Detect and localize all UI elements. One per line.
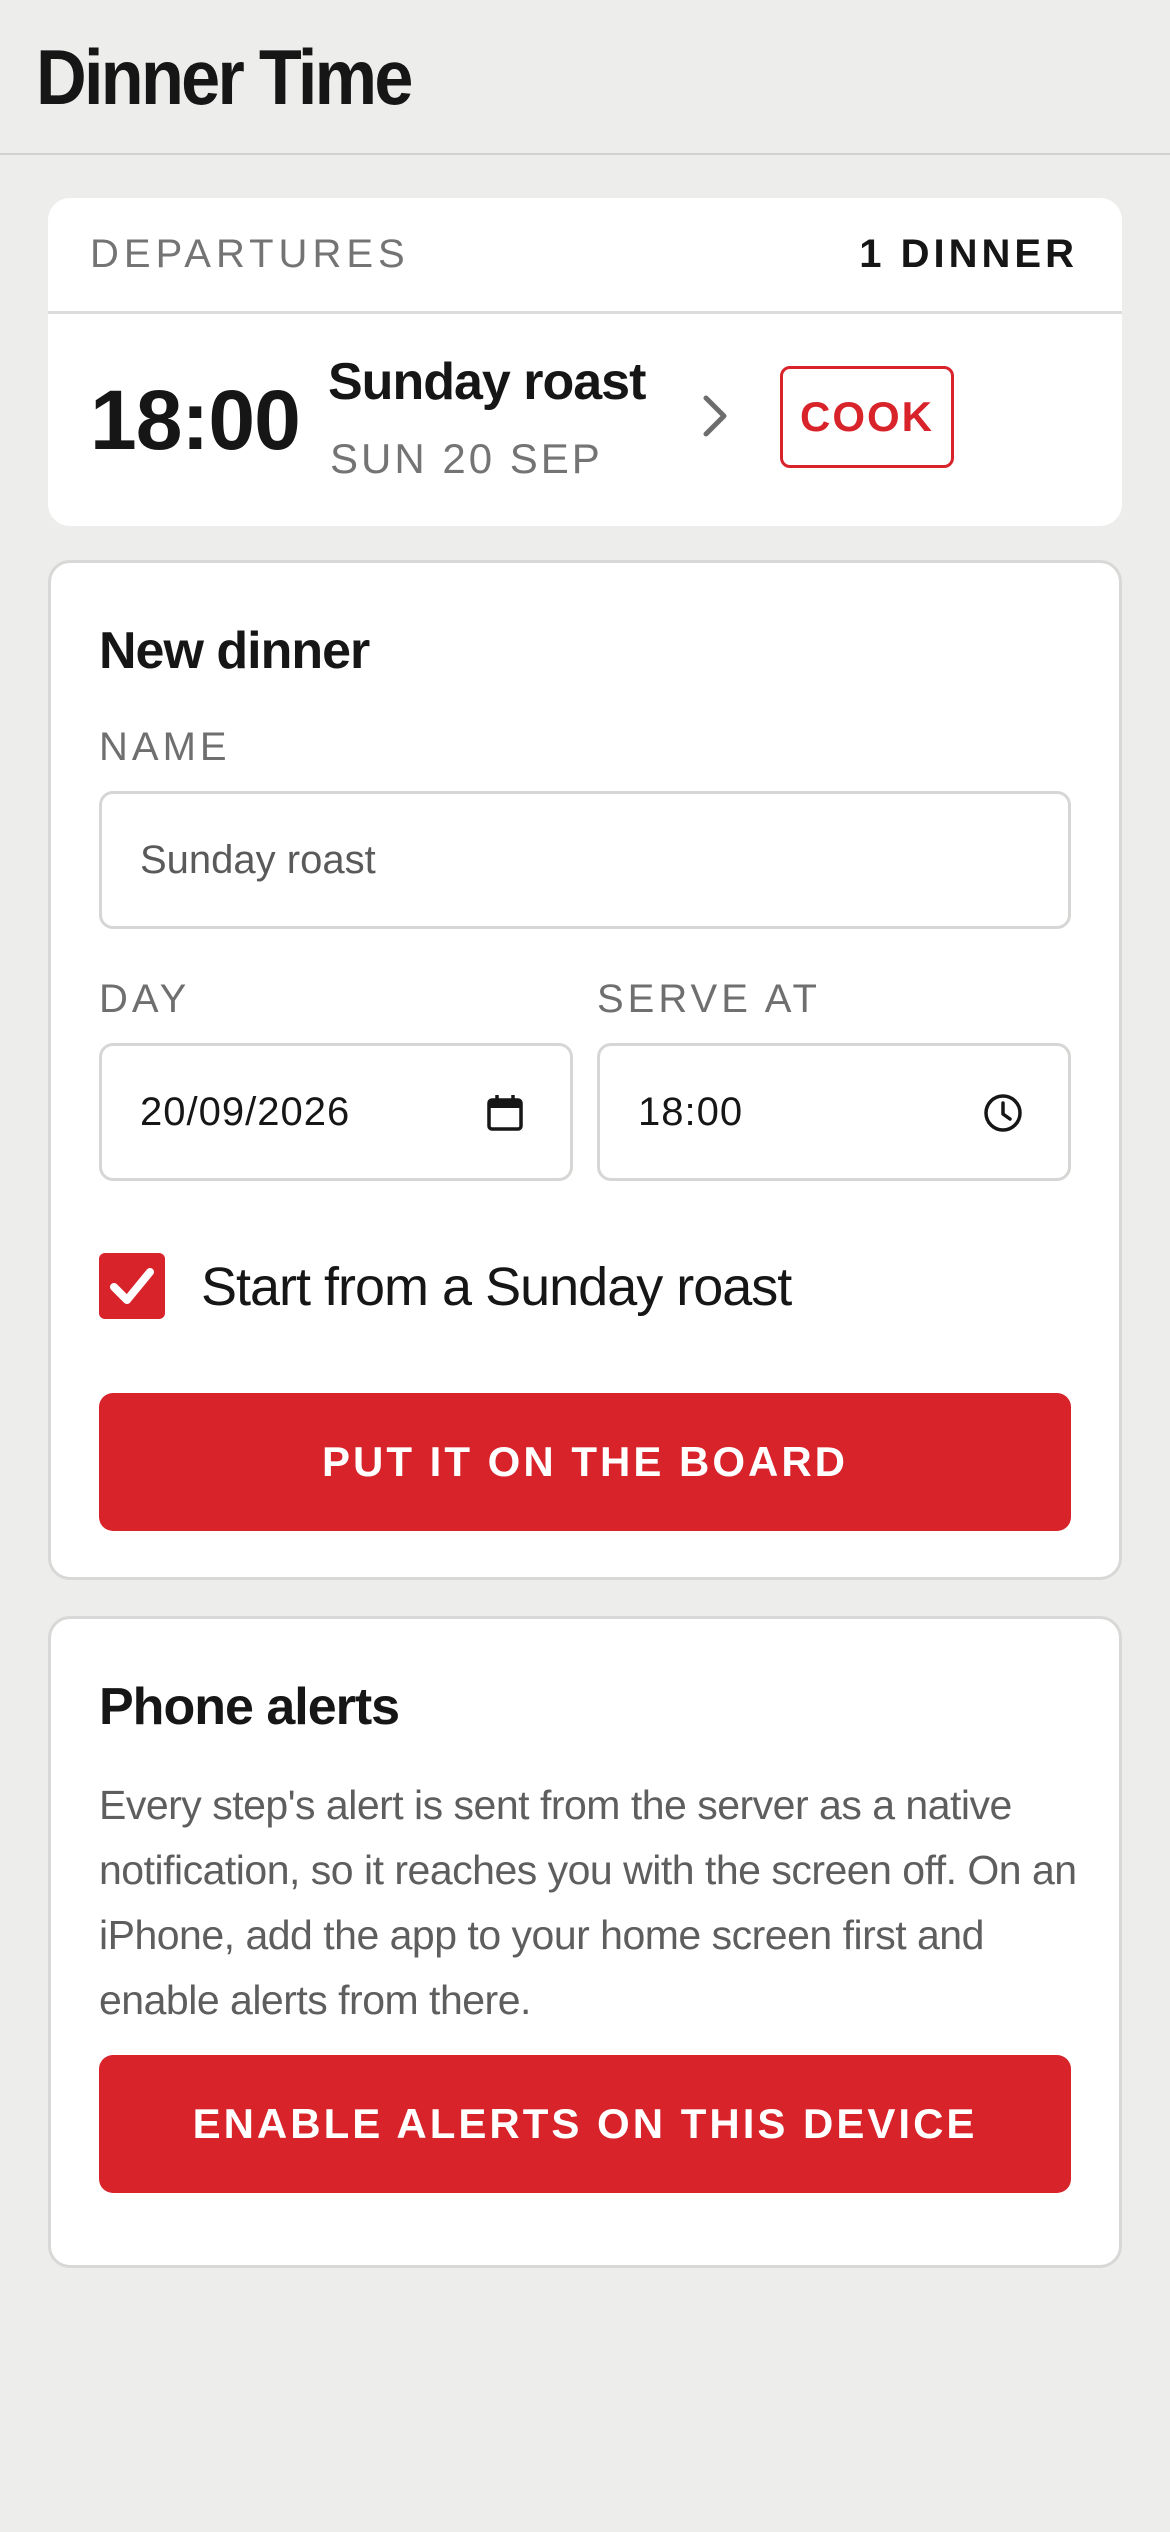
app-title: Dinner Time bbox=[36, 33, 413, 121]
departures-header: DEPARTURES 1 DINNER bbox=[48, 198, 1122, 314]
phone-alerts-card: Phone alerts Every step's alert is sent … bbox=[48, 1616, 1122, 2268]
app-header: Dinner Time bbox=[0, 0, 1170, 155]
departure-time: 18:00 bbox=[90, 373, 301, 467]
serve-at-input-value: 18:00 bbox=[638, 1089, 744, 1134]
sunday-roast-checkbox[interactable] bbox=[99, 1253, 165, 1319]
new-dinner-title: New dinner bbox=[99, 622, 370, 680]
departure-name: Sunday roast bbox=[328, 353, 646, 411]
name-label: NAME bbox=[99, 725, 231, 769]
sunday-roast-checkbox-label[interactable]: Start from a Sunday roast bbox=[201, 1260, 792, 1314]
day-input-value: 20/09/2026 bbox=[140, 1089, 351, 1134]
name-input[interactable]: Sunday roast bbox=[99, 791, 1071, 929]
departures-count: 1 DINNER bbox=[859, 232, 1078, 276]
check-icon bbox=[110, 1268, 154, 1304]
calendar-icon[interactable] bbox=[484, 1092, 526, 1134]
departures-board: DEPARTURES 1 DINNER 18:00 Sunday roast S… bbox=[48, 198, 1122, 526]
phone-alerts-title: Phone alerts bbox=[99, 1678, 400, 1736]
departure-date: SUN 20 SEP bbox=[330, 435, 603, 482]
phone-alerts-description: Every step's alert is sent from the serv… bbox=[99, 1782, 1077, 2023]
serve-at-input[interactable]: 18:00 bbox=[597, 1043, 1071, 1181]
day-input[interactable]: 20/09/2026 bbox=[99, 1043, 573, 1181]
put-on-board-button[interactable]: PUT IT ON THE BOARD bbox=[99, 1393, 1071, 1531]
chevron-right-icon[interactable] bbox=[684, 386, 744, 446]
serve-at-label: SERVE AT bbox=[597, 977, 821, 1021]
cook-button[interactable]: COOK bbox=[780, 366, 954, 468]
new-dinner-form: New dinner NAME Sunday roast DAY 20/09/2… bbox=[48, 560, 1122, 1580]
enable-alerts-button[interactable]: ENABLE ALERTS ON THIS DEVICE bbox=[99, 2055, 1071, 2193]
day-label: DAY bbox=[99, 977, 191, 1021]
name-input-placeholder: Sunday roast bbox=[140, 837, 376, 882]
clock-icon[interactable] bbox=[982, 1092, 1024, 1134]
departures-label: DEPARTURES bbox=[90, 232, 410, 276]
departure-row[interactable]: 18:00 Sunday roast SUN 20 SEP COOK bbox=[48, 314, 1122, 523]
